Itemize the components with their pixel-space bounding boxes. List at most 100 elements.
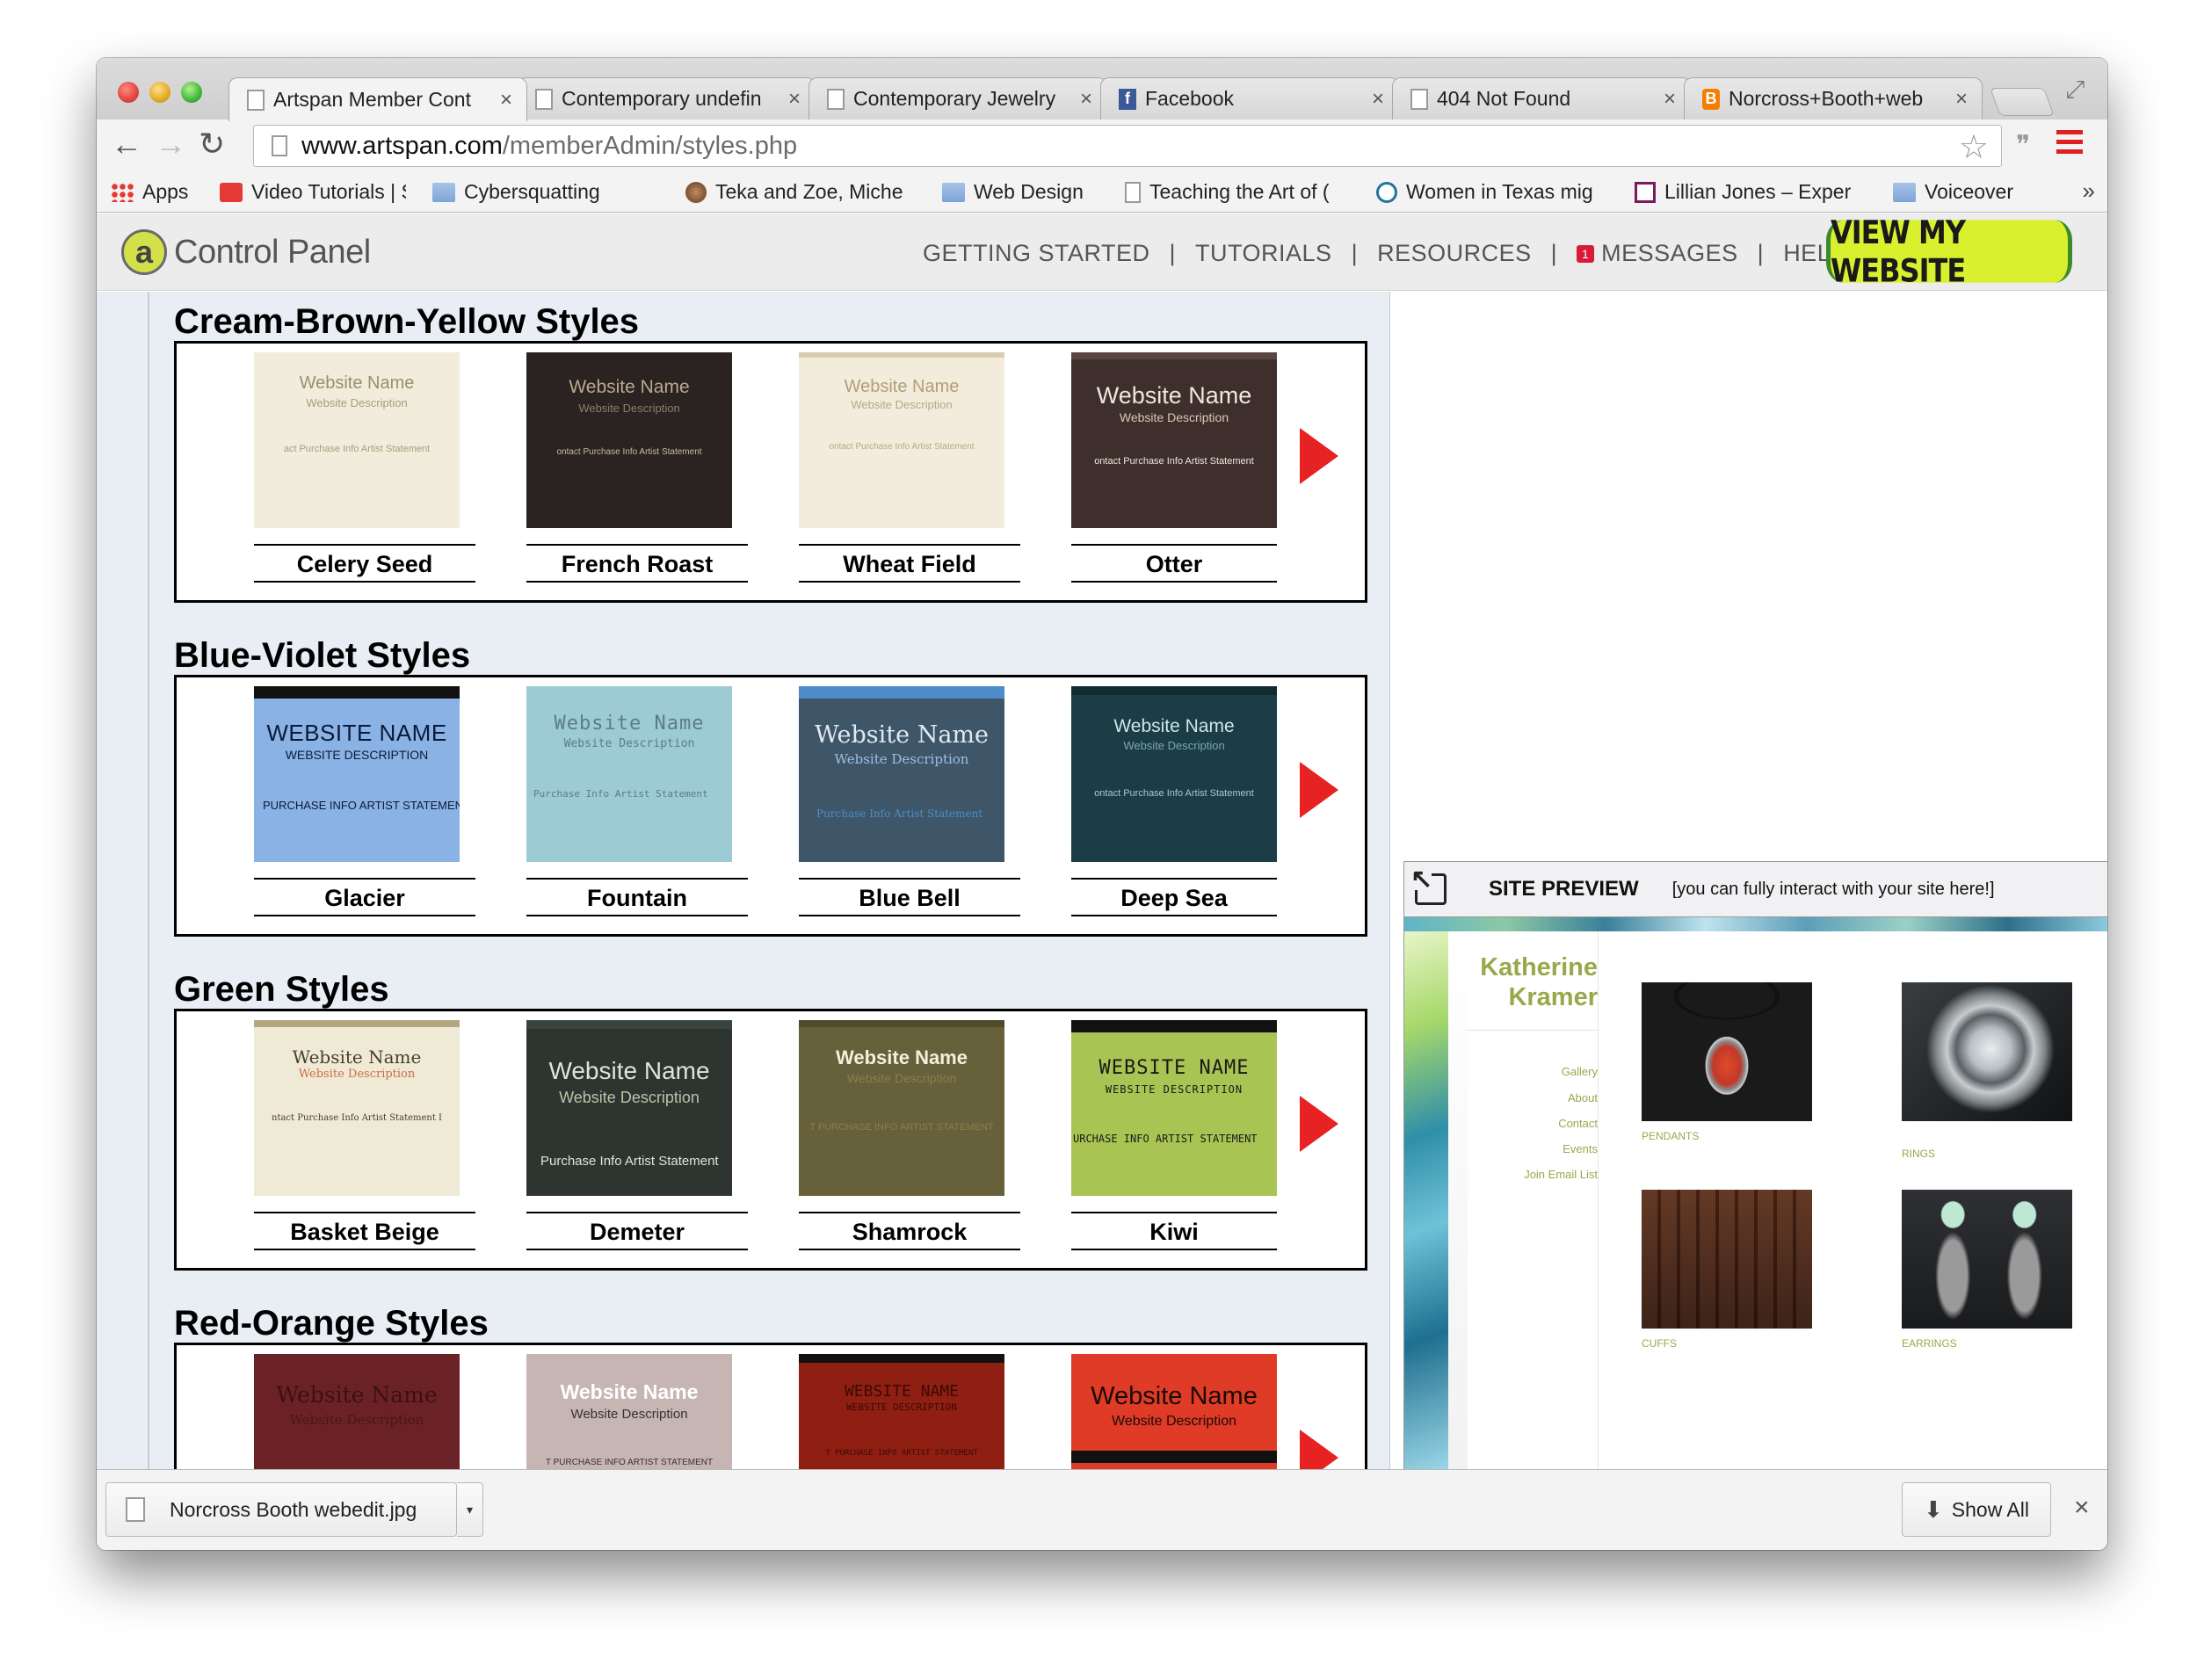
close-icon[interactable]: × <box>788 87 801 112</box>
style-tile-blue-bell[interactable]: Website Name Website Description Purchas… <box>799 686 1004 862</box>
bookmark-web-design[interactable]: Web Design <box>942 180 1084 204</box>
bookmark-cybersquatting[interactable]: Cybersquatting <box>432 180 600 204</box>
address-bar[interactable]: www.artspan.com/memberAdmin/styles.php ☆ <box>253 125 2002 167</box>
expand-icon[interactable] <box>1410 864 1447 905</box>
minimize-window-button[interactable] <box>149 82 170 103</box>
site-preview-frame[interactable]: Katherine Kramer Gallery About Contact E… <box>1403 917 2107 1469</box>
gallery-pendants-image[interactable] <box>1642 982 1812 1121</box>
site-preview-bar: SITE PREVIEW [you can fully interact wit… <box>1403 861 2107 917</box>
section-title: Blue-Violet Styles <box>174 636 471 675</box>
browser-toolbar: ← → ↻ www.artspan.com/memberAdmin/styles… <box>97 119 2107 172</box>
style-label[interactable]: Demeter <box>526 1212 748 1250</box>
control-panel-logo[interactable]: a Control Panel <box>121 229 371 275</box>
show-all-button[interactable]: ⬇ Show All <box>1902 1482 2051 1537</box>
style-tile-shamrock[interactable]: Website Name Website Description T PURCH… <box>799 1020 1004 1196</box>
bookmark-teka-zoe[interactable]: Teka and Zoe, Miche <box>685 180 917 204</box>
zoom-window-button[interactable] <box>181 82 202 103</box>
close-icon[interactable]: × <box>500 88 512 112</box>
extension-icon[interactable]: ❞ <box>2016 130 2030 161</box>
next-arrow-icon[interactable] <box>1300 762 1338 818</box>
styles-pane: Cream-Brown-Yellow Styles Website Name W… <box>97 292 1390 1469</box>
nav-getting-started[interactable]: GETTING STARTED <box>903 240 1170 267</box>
style-tile-fountain[interactable]: Website Name Website Description Purchas… <box>526 686 732 862</box>
gallery-rings-image[interactable] <box>1902 982 2072 1121</box>
nav-resources[interactable]: RESOURCES <box>1358 240 1551 267</box>
style-tile-demeter[interactable]: Website Name Website Description Purchas… <box>526 1020 732 1196</box>
bookmark-teaching-art[interactable]: Teaching the Art of ( <box>1125 180 1355 204</box>
style-label[interactable]: Glacier <box>254 878 475 916</box>
style-tile-glacier[interactable]: WEBSITE NAME WEBSITE DESCRIPTION PURCHAS… <box>254 686 460 862</box>
close-icon[interactable]: × <box>1955 87 1968 112</box>
style-tile-french-roast[interactable]: Website Name Website Description ontact … <box>526 352 732 528</box>
message-count-badge: 1 <box>1577 244 1595 263</box>
apps-icon <box>111 182 134 202</box>
style-tile-kiwi[interactable]: WEBSITE NAME WEBSITE DESCRIPTION URCHASE… <box>1071 1020 1277 1196</box>
close-icon[interactable]: × <box>1372 87 1384 112</box>
folder-icon <box>942 182 965 202</box>
download-item[interactable]: Norcross Booth webedit.jpg <box>105 1482 457 1537</box>
style-tile-wheat-field[interactable]: Website Name Website Description ontact … <box>799 352 1004 528</box>
site-name[interactable]: Katherine Kramer <box>1466 952 1598 1012</box>
style-label[interactable]: Celery Seed <box>254 544 475 583</box>
tab-artspan[interactable]: Artspan Member Cont × <box>228 77 527 121</box>
fullscreen-icon[interactable]: ⤢ <box>2065 76 2085 105</box>
style-row-red-orange: Website Name Website Description Website… <box>174 1343 1367 1469</box>
style-tile-otter[interactable]: Website Name Website Description ontact … <box>1071 352 1277 528</box>
next-arrow-icon[interactable] <box>1300 1096 1338 1152</box>
bookmark-star-icon[interactable]: ☆ <box>1959 127 1989 167</box>
tab-facebook[interactable]: f Facebook × <box>1100 77 1399 119</box>
download-options-icon[interactable]: ▾ <box>457 1482 483 1537</box>
tab-404[interactable]: 404 Not Found × <box>1392 77 1691 119</box>
reload-icon[interactable]: ↻ <box>199 128 225 160</box>
style-label[interactable]: Basket Beige <box>254 1212 475 1250</box>
style-tile-basket-beige[interactable]: Website Name Website Description ntact P… <box>254 1020 460 1196</box>
style-label[interactable]: Otter <box>1071 544 1277 583</box>
style-tile-red-3[interactable]: WEBSITE NAME WEBSITE DESCRIPTION T PURCH… <box>799 1354 1004 1469</box>
gallery-earrings-image[interactable] <box>1902 1190 2072 1329</box>
style-tile-red-1[interactable]: Website Name Website Description <box>254 1354 460 1469</box>
gallery-cuffs-label[interactable]: CUFFS <box>1642 1337 1677 1350</box>
bookmark-video-tutorials[interactable]: Video Tutorials | Ske <box>220 180 406 204</box>
style-label[interactable]: French Roast <box>526 544 748 583</box>
style-tile-celery-seed[interactable]: Website Name Website Description act Pur… <box>254 352 460 528</box>
style-tile-deep-sea[interactable]: Website Name Website Description ontact … <box>1071 686 1277 862</box>
style-label[interactable]: Shamrock <box>799 1212 1020 1250</box>
nav-tutorials[interactable]: TUTORIALS <box>1176 240 1352 267</box>
gallery-pendants-label[interactable]: PENDANTS <box>1642 1130 1699 1142</box>
close-shelf-icon[interactable]: × <box>2074 1493 2090 1523</box>
close-icon[interactable]: × <box>1080 87 1092 112</box>
bookmark-voiceover[interactable]: Voiceover <box>1893 180 2013 204</box>
view-my-website-button[interactable]: VIEW MY WEBSITE <box>1826 213 2072 290</box>
bookmark-women-texas[interactable]: Women in Texas mig <box>1376 180 1606 204</box>
site-menu-join-email[interactable]: Join Email List <box>1466 1168 1598 1181</box>
forward-icon[interactable]: → <box>155 128 186 160</box>
style-tile-red-2[interactable]: Website Name Website Description T PURCH… <box>526 1354 732 1469</box>
next-arrow-icon[interactable] <box>1300 428 1338 484</box>
style-label[interactable]: Blue Bell <box>799 878 1020 916</box>
style-label[interactable]: Kiwi <box>1071 1212 1277 1250</box>
tab-norcross-booth[interactable]: B Norcross+Booth+web × <box>1684 77 1983 119</box>
next-arrow-icon[interactable] <box>1300 1430 1338 1469</box>
style-label[interactable]: Fountain <box>526 878 748 916</box>
back-icon[interactable]: ← <box>111 128 142 160</box>
tab-contemporary-jewelry[interactable]: Contemporary Jewelry × <box>808 77 1107 119</box>
gallery-rings-label[interactable]: RINGS <box>1902 1148 1935 1160</box>
gallery-cuffs-image[interactable] <box>1642 1190 1812 1329</box>
style-label[interactable]: Deep Sea <box>1071 878 1277 916</box>
site-menu-events[interactable]: Events <box>1466 1142 1598 1155</box>
bookmarks-more-icon[interactable]: » <box>2083 177 2095 205</box>
style-tile-red-4[interactable]: Website Name Website Description <box>1071 1354 1277 1469</box>
new-tab-button[interactable] <box>1990 88 2055 116</box>
style-label[interactable]: Wheat Field <box>799 544 1020 583</box>
site-menu-gallery[interactable]: Gallery <box>1466 1065 1598 1078</box>
gallery-earrings-label[interactable]: EARRINGS <box>1902 1337 1957 1350</box>
nav-messages[interactable]: 1 MESSAGES <box>1557 240 1758 267</box>
tab-contemporary-undefined[interactable]: Contemporary undefin × <box>517 77 816 119</box>
close-icon[interactable]: × <box>1664 87 1676 112</box>
menu-icon[interactable] <box>2056 130 2083 158</box>
bookmark-apps[interactable]: Apps <box>111 180 188 204</box>
bookmark-lillian-jones[interactable]: Lillian Jones – Exper <box>1635 180 1867 204</box>
site-menu-about[interactable]: About <box>1466 1091 1598 1104</box>
site-menu-contact[interactable]: Contact <box>1466 1117 1598 1130</box>
close-window-button[interactable] <box>118 82 139 103</box>
